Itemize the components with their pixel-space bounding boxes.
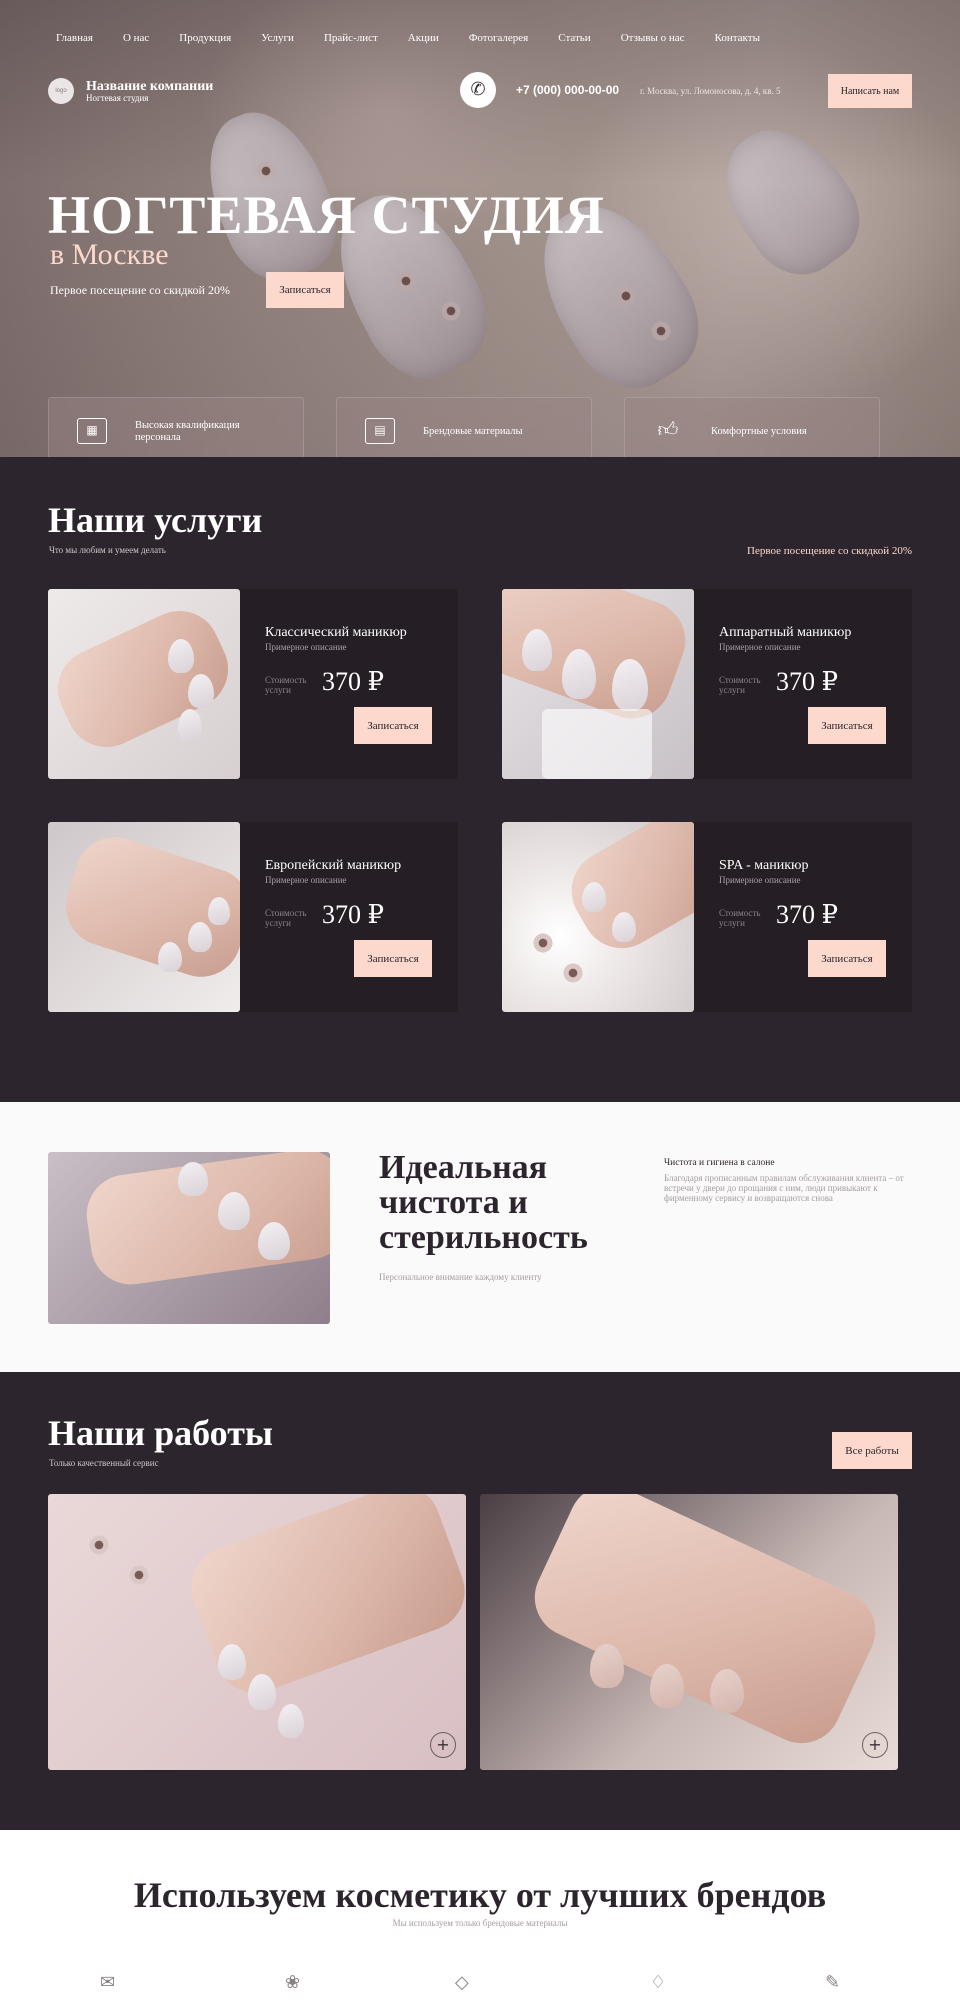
service-description: Примерное описание	[265, 642, 347, 652]
works-subtitle: Только качественный сервис	[49, 1458, 159, 1468]
nav-pricelist[interactable]: Прайс-лист	[324, 32, 378, 44]
all-works-button[interactable]: Все работы	[832, 1432, 912, 1469]
book-button[interactable]: Записаться	[354, 707, 432, 744]
brand-logo: ❀	[285, 1972, 301, 1993]
phone-icon[interactable]: ✆	[460, 72, 496, 108]
hero-title: НОГТЕВАЯ СТУДИЯ	[48, 185, 605, 245]
cleanliness-section: Идеальная чистота и стерильность Персона…	[0, 1102, 960, 1372]
nav-home[interactable]: Главная	[56, 32, 93, 44]
work-photo[interactable]: +	[480, 1494, 898, 1770]
feature-comfort: 👍︎ Комфортные условия	[624, 397, 880, 465]
thumbs-up-icon: 👍︎	[657, 417, 679, 441]
brand-logo: ◇	[455, 1972, 469, 1993]
service-description: Примерное описание	[719, 875, 801, 885]
phone-number[interactable]: +7 (000) 000-00-00	[516, 83, 619, 97]
services-title: Наши услуги	[48, 500, 263, 540]
service-photo	[502, 822, 694, 1012]
cleanliness-title: Идеальная чистота и стерильность	[379, 1149, 588, 1256]
feature-text: Брендовые материалы	[423, 426, 523, 437]
certificate-icon: ▦	[77, 418, 107, 444]
book-button[interactable]: Записаться	[354, 940, 432, 977]
service-name: Европейский маникюр	[265, 858, 402, 873]
address: г. Москва, ул. Ломоносова, д. 4, кв. 5	[640, 86, 781, 96]
nav-about[interactable]: О нас	[123, 32, 149, 44]
hero-section: Главная О нас Продукция Услуги Прайс-лис…	[0, 0, 960, 457]
service-price: 370 ₽	[776, 667, 839, 696]
service-card: SPA - маникюр Примерное описание Стоимос…	[502, 822, 912, 1012]
feature-text: Комфортные условия	[711, 426, 807, 437]
brand-logo: ✎	[825, 1972, 841, 1993]
nav-reviews[interactable]: Отзывы о нас	[621, 32, 685, 44]
service-card: Классический маникюр Примерное описание …	[48, 589, 458, 779]
cleanliness-photo	[48, 1152, 330, 1324]
service-name: SPA - маникюр	[719, 858, 809, 873]
service-price: 370 ₽	[322, 900, 385, 929]
service-description: Примерное описание	[265, 875, 347, 885]
nav-products[interactable]: Продукция	[179, 32, 231, 44]
feature-text: Высокая квалификация персонала	[135, 420, 240, 443]
works-title: Наши работы	[48, 1413, 273, 1453]
feature-qualification: ▦ Высокая квалификация персонала	[48, 397, 304, 465]
book-button[interactable]: Записаться	[808, 940, 886, 977]
nav-promotions[interactable]: Акции	[408, 32, 439, 44]
work-photo[interactable]: +	[48, 1494, 466, 1770]
works-section: Наши работы Только качественный сервис В…	[0, 1372, 960, 1830]
hero-book-button[interactable]: Записаться	[266, 272, 344, 308]
service-name: Аппаратный маникюр	[719, 625, 852, 640]
feature-materials: ▤ Брендовые материалы	[336, 397, 592, 465]
service-name: Классический маникюр	[265, 625, 407, 640]
services-section: Наши услуги Что мы любим и умеем делать …	[0, 457, 960, 1102]
service-card: Аппаратный маникюр Примерное описание Ст…	[502, 589, 912, 779]
nav-gallery[interactable]: Фотогалерея	[469, 32, 529, 44]
book-button[interactable]: Записаться	[808, 707, 886, 744]
cost-label: Стоимость услуги	[265, 675, 307, 695]
cost-label: Стоимость услуги	[719, 908, 761, 928]
logo[interactable]: logo	[48, 78, 74, 104]
diploma-icon: ▤	[365, 418, 395, 444]
main-nav: Главная О нас Продукция Услуги Прайс-лис…	[56, 32, 790, 44]
service-photo	[48, 589, 240, 779]
brands-subtitle: Мы используем только брендовые материалы	[392, 1918, 568, 1928]
zoom-plus-icon[interactable]: +	[430, 1732, 456, 1758]
services-subtitle: Что мы любим и умеем делать	[49, 545, 166, 555]
service-price: 370 ₽	[776, 900, 839, 929]
services-promo: Первое посещение со скидкой 20%	[747, 545, 912, 557]
zoom-plus-icon[interactable]: +	[862, 1732, 888, 1758]
nav-services[interactable]: Услуги	[261, 32, 294, 44]
company-subtitle: Ногтевая студия	[86, 93, 149, 103]
hygiene-heading: Чистота и гигиена в салоне	[664, 1158, 775, 1168]
nav-articles[interactable]: Статьи	[558, 32, 590, 44]
brands-section: Используем косметику от лучших брендов М…	[0, 1830, 960, 2000]
brand-logo: ♢	[650, 1972, 667, 1993]
write-us-button[interactable]: Написать нам	[828, 74, 912, 108]
nav-contacts[interactable]: Контакты	[715, 32, 760, 44]
header-bar: logo Название компании Ногтевая студия ✆…	[48, 72, 912, 112]
service-description: Примерное описание	[719, 642, 801, 652]
cost-label: Стоимость услуги	[719, 675, 761, 695]
brand-logo: ✉	[100, 1972, 116, 1993]
cleanliness-caption: Персональное внимание каждому клиенту	[379, 1272, 542, 1282]
features-row: ▦ Высокая квалификация персонала ▤ Бренд…	[48, 397, 880, 465]
hero-subtitle: в Москве	[50, 238, 169, 271]
service-photo	[48, 822, 240, 1012]
hygiene-text: Благодаря прописанным правилам обслужива…	[664, 1173, 904, 1203]
cost-label: Стоимость услуги	[265, 908, 307, 928]
service-price: 370 ₽	[322, 667, 385, 696]
hero-promo: Первое посещение со скидкой 20%	[50, 283, 230, 297]
service-photo	[502, 589, 694, 779]
brands-title: Используем косметику от лучших брендов	[133, 1875, 827, 1915]
service-card: Европейский маникюр Примерное описание С…	[48, 822, 458, 1012]
